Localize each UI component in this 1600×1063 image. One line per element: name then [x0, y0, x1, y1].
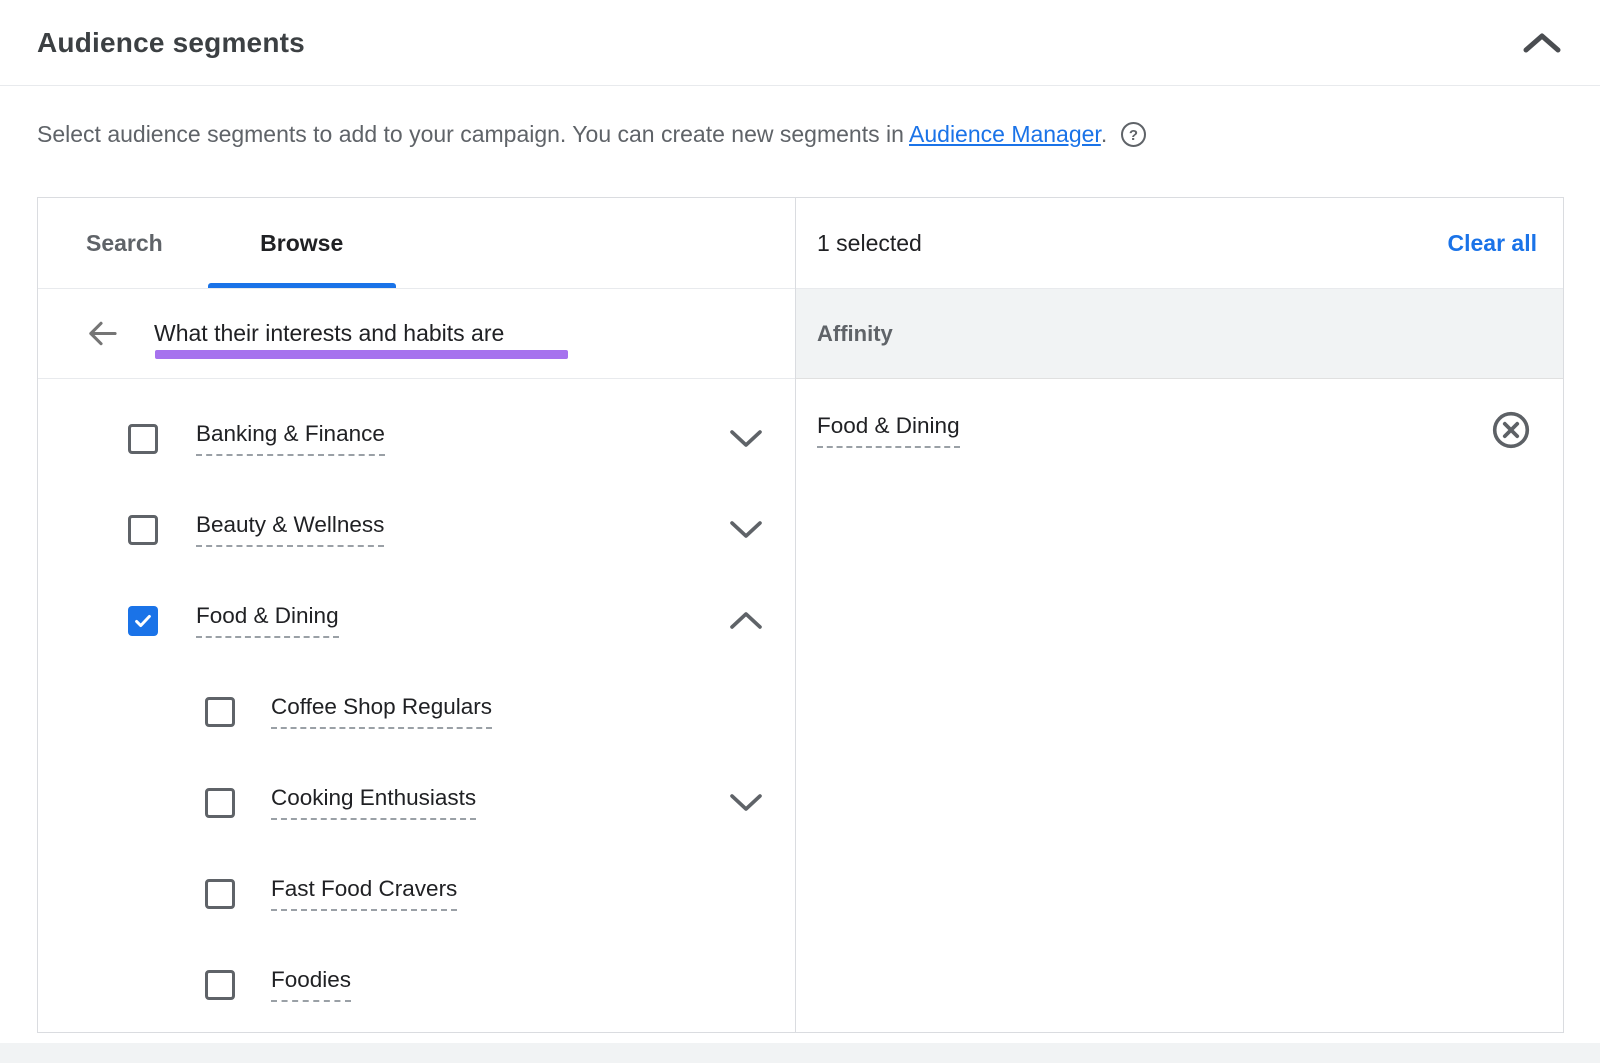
expand-chevron-icon[interactable]: [729, 429, 763, 448]
audience-manager-link[interactable]: Audience Manager: [909, 121, 1101, 147]
segment-label-food-and-dining[interactable]: Food & Dining: [196, 603, 339, 638]
remove-selected-x-circle-icon[interactable]: [1491, 410, 1531, 450]
expand-chevron-icon[interactable]: [729, 520, 763, 539]
page-bottom-strip: [0, 1043, 1600, 1063]
browse-panel: Search Browse What their interests and h…: [38, 198, 796, 1032]
tab-browse-label: Browse: [260, 230, 343, 257]
selection-group-header: Affinity: [796, 289, 1563, 379]
active-tab-indicator: [208, 283, 396, 288]
segment-label-coffee-shop-regulars[interactable]: Coffee Shop Regulars: [271, 694, 492, 729]
checkbox-coffee-shop-regulars[interactable]: [205, 697, 235, 727]
segment-row-beauty-and-wellness: Beauty & Wellness: [38, 484, 795, 575]
breadcrumb-row: What their interests and habits are: [38, 289, 795, 379]
svg-text:?: ?: [1129, 127, 1138, 144]
segment-row-coffee-shop-regulars: Coffee Shop Regulars: [38, 666, 795, 757]
segment-label-fast-food-cravers[interactable]: Fast Food Cravers: [271, 876, 457, 911]
segment-label-beauty-and-wellness[interactable]: Beauty & Wellness: [196, 512, 384, 547]
highlight-underline: [155, 350, 568, 359]
checkbox-beauty-and-wellness[interactable]: [128, 515, 158, 545]
description-text: Select audience segments to add to your …: [37, 121, 909, 147]
segment-list: Banking & Finance Beauty & Wellness Food &…: [38, 379, 795, 1032]
checkbox-food-and-dining[interactable]: [128, 606, 158, 636]
selection-panel: 1 selected Clear all Affinity Food & Din…: [796, 198, 1563, 1032]
expand-chevron-icon[interactable]: [729, 793, 763, 812]
tab-search-label: Search: [86, 230, 163, 257]
segment-row-fast-food-cravers: Fast Food Cravers: [38, 848, 795, 939]
breadcrumb-label: What their interests and habits are: [154, 320, 504, 347]
selected-item-food-and-dining: Food & Dining: [796, 379, 1563, 481]
segment-label-cooking-enthusiasts[interactable]: Cooking Enthusiasts: [271, 785, 476, 820]
selection-header: 1 selected Clear all: [796, 198, 1563, 289]
tab-bar: Search Browse: [38, 198, 795, 289]
segment-label-foodies[interactable]: Foodies: [271, 967, 351, 1002]
segment-picker: Search Browse What their interests and h…: [37, 197, 1564, 1033]
segment-label-banking-and-finance[interactable]: Banking & Finance: [196, 421, 385, 456]
checkbox-banking-and-finance[interactable]: [128, 424, 158, 454]
help-icon[interactable]: ?: [1120, 121, 1147, 158]
back-arrow-icon[interactable]: [86, 318, 117, 349]
collapse-chevron-icon[interactable]: [729, 611, 763, 630]
segment-row-foodies: Foodies: [38, 939, 795, 1030]
page-title: Audience segments: [37, 27, 305, 59]
selected-count: 1 selected: [817, 230, 922, 257]
description-suffix: .: [1101, 121, 1107, 147]
segment-row-cooking-enthusiasts: Cooking Enthusiasts: [38, 757, 795, 848]
selected-item-label: Food & Dining: [817, 413, 960, 448]
tab-browse[interactable]: Browse: [208, 198, 396, 288]
checkbox-foodies[interactable]: [205, 970, 235, 1000]
segment-row-food-and-dining: Food & Dining: [38, 575, 795, 666]
clear-all-button[interactable]: Clear all: [1448, 230, 1538, 257]
tab-search[interactable]: Search: [86, 198, 163, 288]
panel-header: Audience segments: [0, 0, 1600, 86]
description: Select audience segments to add to your …: [37, 116, 1147, 158]
segment-row-banking-and-finance: Banking & Finance: [38, 393, 795, 484]
collapse-section-chevron-up-icon[interactable]: [1522, 32, 1562, 54]
checkbox-cooking-enthusiasts[interactable]: [205, 788, 235, 818]
selection-group-label: Affinity: [817, 321, 893, 347]
selected-items-list: Food & Dining: [796, 379, 1563, 1032]
checkbox-fast-food-cravers[interactable]: [205, 879, 235, 909]
